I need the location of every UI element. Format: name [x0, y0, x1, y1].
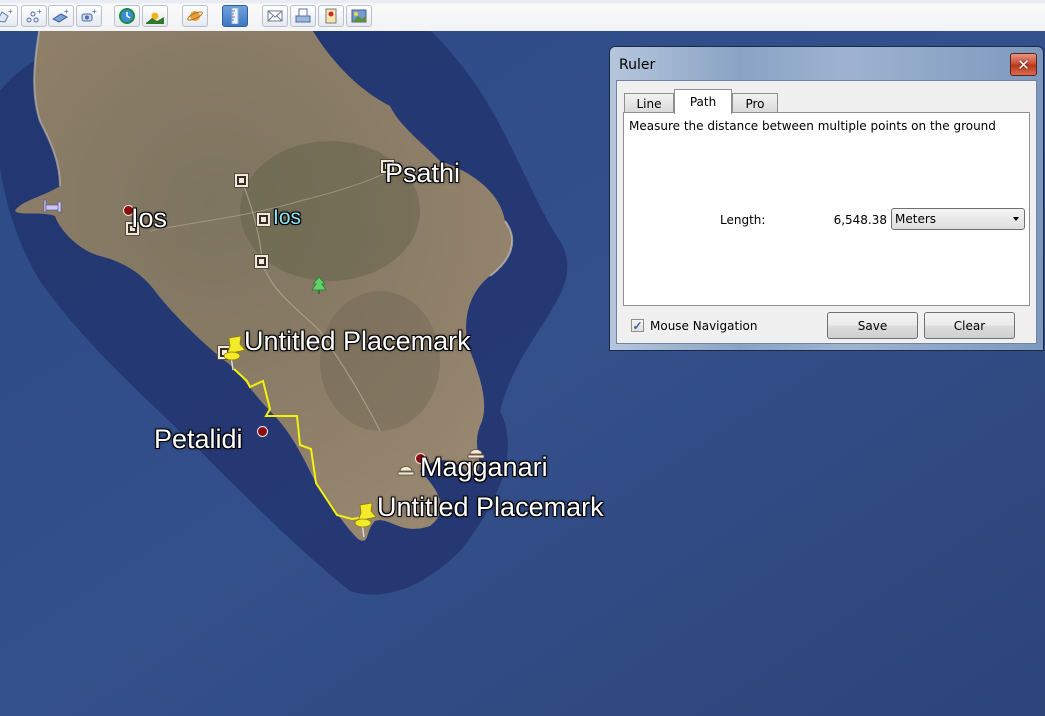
- chevron-down-icon: [1013, 217, 1019, 221]
- place-marker-petalidi[interactable]: [257, 426, 268, 437]
- add-path-button[interactable]: +: [21, 5, 47, 27]
- ruler-dialog: Ruler ✕ Line Path Pro Measure the distan…: [609, 46, 1044, 351]
- poi-marker[interactable]: [255, 255, 268, 268]
- toolbar: + + + +: [0, 0, 1045, 32]
- printer-icon: [295, 8, 311, 23]
- add-image-overlay-button[interactable]: +: [48, 5, 74, 27]
- close-icon: ✕: [1017, 55, 1030, 74]
- save-image-button[interactable]: [346, 5, 372, 27]
- switch-planet-button[interactable]: [182, 5, 208, 27]
- svg-text:+: +: [92, 8, 97, 16]
- checkmark-icon: ✓: [632, 318, 643, 333]
- path-panel: Measure the distance between multiple po…: [623, 112, 1030, 306]
- map-label-ios-island[interactable]: Ios: [273, 206, 301, 230]
- beach-icon[interactable]: [396, 461, 416, 477]
- map-label-ios-town[interactable]: Ios: [131, 203, 167, 234]
- camera-plus-icon: +: [81, 8, 97, 22]
- image-icon: [351, 9, 367, 23]
- image-overlay-plus-icon: +: [52, 8, 69, 23]
- historical-imagery-button[interactable]: [114, 5, 140, 27]
- clock-icon: [119, 8, 135, 24]
- ruler-button[interactable]: [222, 5, 248, 27]
- sunlight-button[interactable]: [142, 5, 168, 27]
- placemark-label-north[interactable]: Untitled Placemark: [244, 326, 471, 357]
- planet-icon: [187, 11, 203, 21]
- svg-text:+: +: [64, 8, 69, 16]
- tab-path[interactable]: Path: [674, 89, 732, 114]
- path-plus-icon: +: [26, 8, 42, 23]
- poi-marker[interactable]: [257, 213, 270, 226]
- mouse-navigation-checkbox[interactable]: ✓: [631, 319, 644, 332]
- map-label-magganari[interactable]: Magganari: [420, 452, 548, 483]
- map-label-petalidi[interactable]: Petalidi: [154, 424, 243, 455]
- print-button[interactable]: [290, 5, 316, 27]
- park-tree-icon[interactable]: [310, 276, 328, 296]
- tab-pro[interactable]: Pro: [732, 93, 778, 113]
- svg-text:+: +: [8, 8, 13, 16]
- length-value: 6,548.38: [833, 213, 887, 227]
- mouse-navigation-label[interactable]: Mouse Navigation: [650, 319, 757, 333]
- map-label-psathi[interactable]: Psathi: [385, 158, 460, 189]
- envelope-icon: [267, 10, 283, 22]
- save-button[interactable]: Save: [827, 312, 918, 339]
- map-pin-icon: [325, 8, 337, 24]
- sun-landscape-icon: [146, 12, 164, 24]
- unit-select[interactable]: Meters: [891, 208, 1025, 230]
- view-in-maps-button[interactable]: [318, 5, 344, 27]
- ruler-icon: [231, 8, 239, 24]
- record-tour-button[interactable]: +: [76, 5, 102, 27]
- hotel-bed-icon[interactable]: [43, 199, 63, 213]
- polygon-plus-icon: +: [0, 8, 13, 23]
- add-polygon-button[interactable]: +: [0, 5, 18, 27]
- email-button[interactable]: [262, 5, 288, 27]
- svg-text:+: +: [37, 8, 42, 16]
- clear-button[interactable]: Clear: [924, 312, 1015, 339]
- dialog-body: Line Path Pro Measure the distance betwe…: [616, 80, 1037, 344]
- close-button[interactable]: ✕: [1010, 53, 1037, 76]
- length-label: Length:: [720, 213, 766, 227]
- placemark-label-south[interactable]: Untitled Placemark: [377, 492, 604, 523]
- unit-select-value: Meters: [895, 212, 937, 226]
- dialog-title: Ruler: [619, 57, 656, 73]
- poi-marker[interactable]: [235, 174, 248, 187]
- tab-line[interactable]: Line: [624, 93, 674, 113]
- panel-description: Measure the distance between multiple po…: [629, 119, 996, 133]
